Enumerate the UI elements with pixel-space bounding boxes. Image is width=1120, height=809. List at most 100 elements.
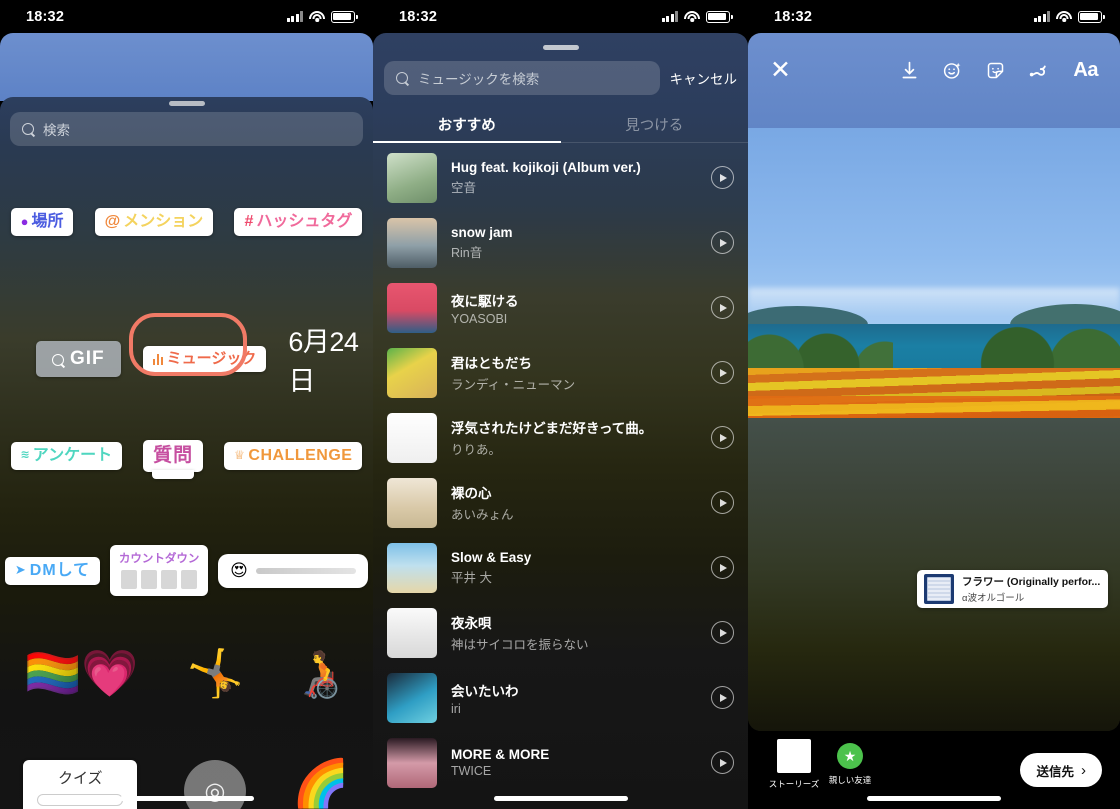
send-to-button[interactable]: 送信先 ›	[1020, 753, 1102, 787]
search-icon	[396, 71, 409, 85]
hash-icon: #	[244, 213, 254, 230]
text-icon[interactable]: Aa	[1073, 59, 1098, 82]
music-sticker-text: フラワー (Originally perfor... α波オルゴール	[962, 574, 1101, 604]
play-circle-icon[interactable]	[711, 361, 734, 384]
album-art	[924, 574, 954, 604]
status-bar: 18:32	[373, 0, 748, 33]
sheet-grabber[interactable]	[542, 45, 579, 50]
close-icon[interactable]: ✕	[770, 57, 791, 83]
sticker-mention[interactable]: @ メンション	[94, 208, 214, 236]
effects-icon[interactable]	[942, 60, 963, 81]
wifi-icon	[1056, 10, 1072, 23]
album-cover	[387, 477, 437, 528]
download-icon[interactable]	[899, 60, 920, 81]
song-artist: りりあ。	[451, 443, 502, 457]
sticker-wheelchair[interactable]: 🧑‍🦽	[292, 650, 349, 696]
music-sticker-card[interactable]: フラワー (Originally perfor... α波オルゴール	[917, 570, 1108, 608]
sticker-question-label: 質問	[153, 445, 194, 466]
play-circle-icon[interactable]	[711, 491, 734, 514]
sticker-countdown[interactable]: カウントダウン	[109, 545, 209, 596]
song-row[interactable]: Hug feat. kojikoji (Album ver.) 空音	[373, 145, 748, 210]
sticker-icon[interactable]	[985, 60, 1006, 81]
destination-close-friends[interactable]: ★ 親しい友達	[822, 739, 878, 786]
song-row[interactable]: MORE & MORE TWICE	[373, 730, 748, 795]
cellular-signal-icon	[1033, 11, 1050, 22]
battery-icon	[1078, 10, 1105, 23]
wifi-icon	[684, 10, 700, 23]
sheet-grabber[interactable]	[168, 101, 205, 106]
music-search-input[interactable]: ミュージックを検索	[384, 61, 660, 95]
song-row[interactable]: 裸の心 あいみょん	[373, 470, 748, 535]
cancel-button[interactable]: キャンセル	[670, 68, 738, 88]
tab-mitsukeru[interactable]: 見つける	[561, 105, 749, 143]
play-circle-icon[interactable]	[711, 231, 734, 254]
music-search-placeholder: ミュージックを検索	[418, 72, 540, 87]
sticker-music[interactable]: ミュージック	[142, 345, 267, 373]
sticker-challenge[interactable]: ♕ CHALLENGE	[224, 441, 363, 470]
status-time: 18:32	[26, 8, 65, 25]
sticker-poll[interactable]: ≋ アンケート	[10, 441, 123, 470]
chevron-right-icon: ›	[1081, 761, 1086, 779]
song-row[interactable]: 浮気されたけどまだ好きって曲。 りりあ。	[373, 405, 748, 470]
song-row[interactable]: Slow & Easy 平井 大	[373, 535, 748, 600]
sticker-gif-label: GIF	[70, 348, 105, 370]
search-icon	[52, 353, 64, 366]
status-bar: 18:32	[748, 0, 1120, 33]
sticker-location[interactable]: ● 場所	[10, 208, 74, 236]
song-row[interactable]: 夜永唄神はサイコロを振らない	[373, 600, 748, 665]
play-circle-icon[interactable]	[711, 751, 734, 774]
sticker-mention-label: メンション	[123, 213, 204, 230]
song-meta: Slow & Easy 平井 大	[451, 550, 697, 586]
search-input[interactable]: 検索	[10, 112, 363, 146]
play-circle-icon[interactable]	[711, 426, 734, 449]
song-list[interactable]: Hug feat. kojikoji (Album ver.) 空音 snow ja…	[373, 145, 748, 809]
status-indicators	[1033, 10, 1105, 23]
song-title: 裸の心	[451, 486, 492, 501]
song-title: 夜永唄	[451, 616, 492, 631]
sticker-dm-label: DMして	[29, 561, 91, 579]
play-circle-icon[interactable]	[711, 556, 734, 579]
sticker-hashtag[interactable]: # ハッシュタグ	[234, 208, 363, 236]
album-cover	[387, 152, 437, 203]
album-cover	[387, 737, 437, 788]
play-circle-icon[interactable]	[711, 296, 734, 319]
story-photo	[748, 128, 1120, 418]
sticker-gymnast[interactable]: 🤸	[186, 650, 243, 696]
album-cover	[387, 347, 437, 398]
sticker-date[interactable]: 6月24日	[288, 320, 373, 398]
status-indicators	[286, 10, 358, 23]
play-circle-icon[interactable]	[711, 621, 734, 644]
emoji-slider-track[interactable]	[255, 567, 357, 574]
play-circle-icon[interactable]	[711, 166, 734, 189]
destination-stories[interactable]: ストーリーズ	[766, 739, 822, 790]
screen-sticker-tray: 18:32 検索 ● 場所 @ メンション # ハッシュタグ GIF ミュージッ…	[0, 0, 373, 809]
composer-toolbar: ✕ Aa	[748, 52, 1120, 88]
draw-icon[interactable]	[1028, 60, 1051, 81]
story-canvas[interactable]: フラワー (Originally perfor... α波オルゴール	[748, 33, 1120, 731]
song-artist: 神はサイコロを振らない	[451, 638, 589, 652]
three-screenshot-strip: 18:32 検索 ● 場所 @ メンション # ハッシュタグ GIF ミュージッ…	[0, 0, 1120, 809]
camera-icon[interactable]: ◎	[183, 760, 246, 809]
sticker-quiz[interactable]: クイズ	[23, 760, 138, 809]
sticker-rainbow-arch[interactable]: 🌈	[292, 760, 349, 806]
song-row[interactable]: snow jam Rin音	[373, 210, 748, 275]
sticker-row-6: クイズ ◎ 🌈	[0, 760, 373, 809]
album-cover	[387, 607, 437, 658]
sticker-question[interactable]: 質問	[143, 440, 204, 472]
sticker-emoji-slider[interactable]: 😍	[218, 553, 369, 588]
song-row[interactable]: 会いたいわ iri	[373, 665, 748, 730]
sticker-dm[interactable]: ➤ DMして	[4, 556, 101, 585]
sticker-gif[interactable]: GIF	[36, 341, 121, 377]
song-row[interactable]: 夜に駆ける YOASOBI	[373, 275, 748, 340]
song-title: 会いたいわ	[451, 683, 519, 699]
tab-osusume[interactable]: おすすめ	[373, 105, 561, 143]
photo-flower-field-front	[748, 396, 1120, 418]
emoji-slider-emoji: 😍	[230, 560, 248, 580]
song-meta: 浮気されたけどまだ好きって曲。 りりあ。	[451, 417, 697, 458]
poll-icon: ≋	[20, 449, 30, 461]
play-circle-icon[interactable]	[711, 686, 734, 709]
song-row[interactable]: 君はともだち ランディ・ニューマン	[373, 340, 748, 405]
sticker-pride-hearts[interactable]: 🏳️‍🌈💗	[24, 650, 139, 696]
sticker-row-4: ➤ DMして カウントダウン 😍	[0, 545, 373, 596]
sticker-music-label: ミュージック	[166, 349, 257, 367]
